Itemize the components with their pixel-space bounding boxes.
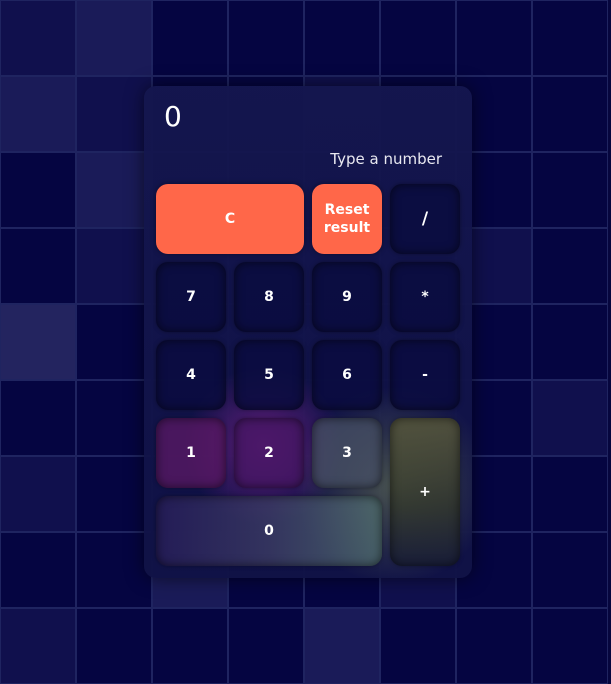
- grid-tile: [76, 228, 152, 304]
- grid-tile: [532, 228, 608, 304]
- grid-tile: [456, 608, 532, 684]
- grid-tile: [228, 608, 304, 684]
- digit-8-button[interactable]: 8: [234, 262, 304, 332]
- grid-tile: [0, 228, 76, 304]
- digit-5-button[interactable]: 5: [234, 340, 304, 410]
- grid-tile: [0, 380, 76, 456]
- grid-tile: [0, 0, 76, 76]
- digit-1-button[interactable]: 1: [156, 418, 226, 488]
- multiply-button[interactable]: *: [390, 262, 460, 332]
- grid-tile: [456, 0, 532, 76]
- digit-7-button[interactable]: 7: [156, 262, 226, 332]
- grid-tile: [532, 76, 608, 152]
- grid-tile: [304, 608, 380, 684]
- divide-button[interactable]: /: [390, 184, 460, 254]
- grid-tile: [532, 304, 608, 380]
- result-display: 0: [164, 100, 182, 133]
- grid-tile: [0, 608, 76, 684]
- grid-tile: [76, 456, 152, 532]
- digit-2-button[interactable]: 2: [234, 418, 304, 488]
- calculator-panel: 0 Type a number C Reset result / 7 8 9 *…: [144, 86, 472, 578]
- digit-4-button[interactable]: 4: [156, 340, 226, 410]
- grid-tile: [76, 532, 152, 608]
- subtract-button[interactable]: -: [390, 340, 460, 410]
- input-hint: Type a number: [330, 150, 442, 168]
- grid-tile: [76, 76, 152, 152]
- grid-tile: [152, 0, 228, 76]
- add-button[interactable]: +: [390, 418, 460, 566]
- digit-9-button[interactable]: 9: [312, 262, 382, 332]
- grid-tile: [76, 0, 152, 76]
- grid-tile: [0, 76, 76, 152]
- grid-tile: [76, 380, 152, 456]
- digit-0-button[interactable]: 0: [156, 496, 382, 566]
- grid-tile: [380, 608, 456, 684]
- grid-tile: [532, 532, 608, 608]
- grid-tile: [76, 304, 152, 380]
- grid-tile: [152, 608, 228, 684]
- grid-tile: [304, 0, 380, 76]
- clear-button[interactable]: C: [156, 184, 304, 254]
- digit-3-button[interactable]: 3: [312, 418, 382, 488]
- grid-tile: [76, 152, 152, 228]
- grid-tile: [228, 0, 304, 76]
- grid-tile: [532, 380, 608, 456]
- reset-result-button[interactable]: Reset result: [312, 184, 382, 254]
- digit-6-button[interactable]: 6: [312, 340, 382, 410]
- grid-tile: [532, 152, 608, 228]
- grid-tile: [0, 304, 76, 380]
- grid-tile: [0, 456, 76, 532]
- grid-tile: [532, 608, 608, 684]
- grid-tile: [380, 0, 456, 76]
- grid-tile: [76, 608, 152, 684]
- grid-tile: [0, 152, 76, 228]
- grid-tile: [532, 0, 608, 76]
- grid-tile: [532, 456, 608, 532]
- grid-tile: [0, 532, 76, 608]
